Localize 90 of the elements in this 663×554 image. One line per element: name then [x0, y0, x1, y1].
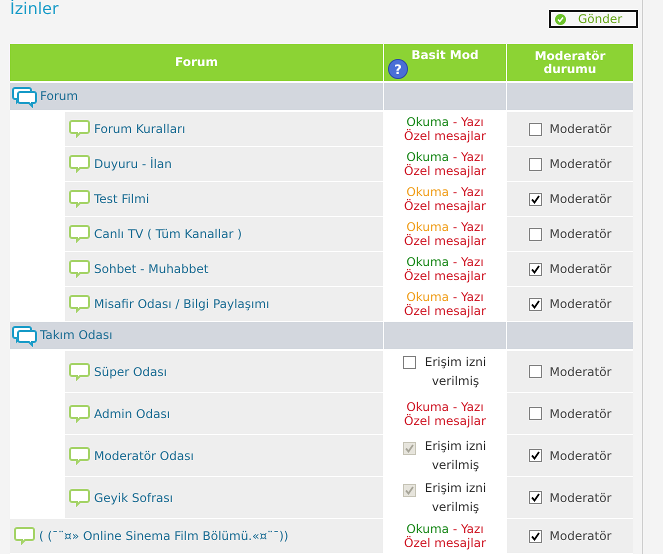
- checkbox[interactable]: [528, 407, 542, 420]
- chat-bubble-icon: [69, 363, 90, 381]
- write-permission: Yazı: [461, 255, 484, 269]
- separator: -: [452, 220, 458, 234]
- write-permission: Yazı: [461, 290, 484, 304]
- read-permission: Okuma: [406, 400, 449, 414]
- access-granted-label: Erişim izni verilmiş: [424, 438, 488, 474]
- board-link[interactable]: Forum Kuralları: [94, 120, 186, 138]
- chat-bubble-icon: [14, 527, 35, 545]
- board-link[interactable]: Sohbet - Muhabbet: [94, 260, 208, 278]
- write-permission: Yazı: [461, 522, 484, 536]
- separator: -: [452, 115, 458, 129]
- checkbox[interactable]: [528, 298, 542, 310]
- read-permission: Okuma: [406, 290, 449, 304]
- board-link[interactable]: Süper Odası: [94, 363, 167, 381]
- board-link[interactable]: Moderatör Odası: [94, 447, 194, 465]
- checkbox[interactable]: [528, 158, 542, 170]
- moderator-label: Moderatör: [550, 364, 612, 380]
- read-permission: Okuma: [406, 150, 449, 164]
- check-icon: [555, 14, 566, 24]
- separator: -: [452, 185, 458, 199]
- checkbox[interactable]: [528, 122, 542, 136]
- write-permission: Yazı: [461, 185, 484, 199]
- separator: -: [452, 150, 458, 164]
- chat-bubble-icon: [69, 489, 90, 507]
- column-header: Moderatör durumu: [507, 44, 633, 81]
- private-messages-permission: Özel mesajlar: [404, 536, 486, 550]
- board-link[interactable]: Test Filmi: [94, 190, 150, 208]
- submit-button[interactable]: Gönder: [549, 10, 638, 28]
- category-link[interactable]: Forum: [40, 86, 78, 105]
- chat-bubble-icon: [69, 447, 90, 465]
- private-messages-permission: Özel mesajlar: [404, 304, 486, 318]
- separator: -: [452, 290, 458, 304]
- private-messages-permission: Özel mesajlar: [404, 164, 486, 178]
- checkbox[interactable]: [528, 365, 542, 378]
- checkbox[interactable]: [528, 449, 542, 462]
- checkbox[interactable]: [528, 530, 542, 542]
- checkbox[interactable]: [528, 491, 542, 504]
- moderator-label: Moderatör: [550, 121, 612, 138]
- read-permission: Okuma: [406, 522, 449, 536]
- help-icon[interactable]: ?: [388, 59, 408, 79]
- moderator-label: Moderatör: [550, 191, 612, 208]
- access-granted-label: Erişim izni verilmiş: [424, 480, 488, 516]
- read-permission: Okuma: [406, 185, 449, 199]
- moderator-label: Moderatör: [550, 528, 612, 545]
- chat-bubbles-icon: [12, 325, 38, 347]
- board-link[interactable]: Geyik Sofrası: [94, 489, 173, 507]
- moderator-label: Moderatör: [550, 261, 612, 278]
- private-messages-permission: Özel mesajlar: [404, 199, 486, 213]
- read-permission: Okuma: [406, 220, 449, 234]
- chat-bubbles-icon: [12, 86, 38, 108]
- board-link[interactable]: Duyuru - İlan: [94, 155, 172, 173]
- private-messages-permission: Özel mesajlar: [404, 414, 486, 428]
- read-permission: Okuma: [406, 115, 449, 129]
- board-link[interactable]: Canlı TV ( Tüm Kanallar ): [94, 225, 242, 243]
- write-permission: Yazı: [461, 115, 484, 129]
- chat-bubble-icon: [69, 405, 90, 423]
- column-header: Basit Mod ?: [384, 44, 506, 81]
- chat-bubble-icon: [69, 190, 90, 208]
- chat-bubble-icon: [69, 295, 90, 313]
- chat-bubble-icon: [69, 225, 90, 243]
- board-link[interactable]: Misafir Odası / Bilgi Paylaşımı: [94, 295, 270, 313]
- private-messages-permission: Özel mesajlar: [404, 234, 486, 248]
- chat-bubble-icon: [69, 155, 90, 173]
- read-permission: Okuma: [406, 255, 449, 269]
- separator: -: [452, 255, 458, 269]
- private-messages-permission: Özel mesajlar: [404, 269, 486, 283]
- private-messages-permission: Özel mesajlar: [404, 129, 486, 143]
- moderator-label: Moderatör: [550, 226, 612, 243]
- board-link[interactable]: Admin Odası: [94, 405, 170, 423]
- write-permission: Yazı: [461, 220, 484, 234]
- moderator-label: Moderatör: [550, 296, 612, 313]
- moderator-label: Moderatör: [550, 448, 612, 464]
- separator: -: [452, 400, 458, 414]
- access-granted-label: Erişim izni verilmiş: [424, 354, 488, 390]
- moderator-label: Moderatör: [550, 406, 612, 422]
- checkbox[interactable]: [528, 192, 542, 206]
- write-permission: Yazı: [461, 150, 484, 164]
- checkbox[interactable]: [528, 262, 542, 276]
- moderator-label: Moderatör: [550, 490, 612, 506]
- separator: -: [452, 522, 458, 536]
- checkbox[interactable]: [528, 228, 542, 240]
- category-link[interactable]: Takım Odası: [40, 325, 112, 344]
- board-link[interactable]: ( (¯¨¤» Online Sinema Film Bölümü.«¤¨¯)): [39, 527, 288, 545]
- moderator-label: Moderatör: [550, 156, 612, 173]
- write-permission: Yazı: [461, 400, 484, 414]
- checkbox[interactable]: [402, 356, 416, 368]
- column-header: Forum: [10, 44, 383, 81]
- chat-bubble-icon: [69, 260, 90, 278]
- chat-bubble-icon: [69, 120, 90, 138]
